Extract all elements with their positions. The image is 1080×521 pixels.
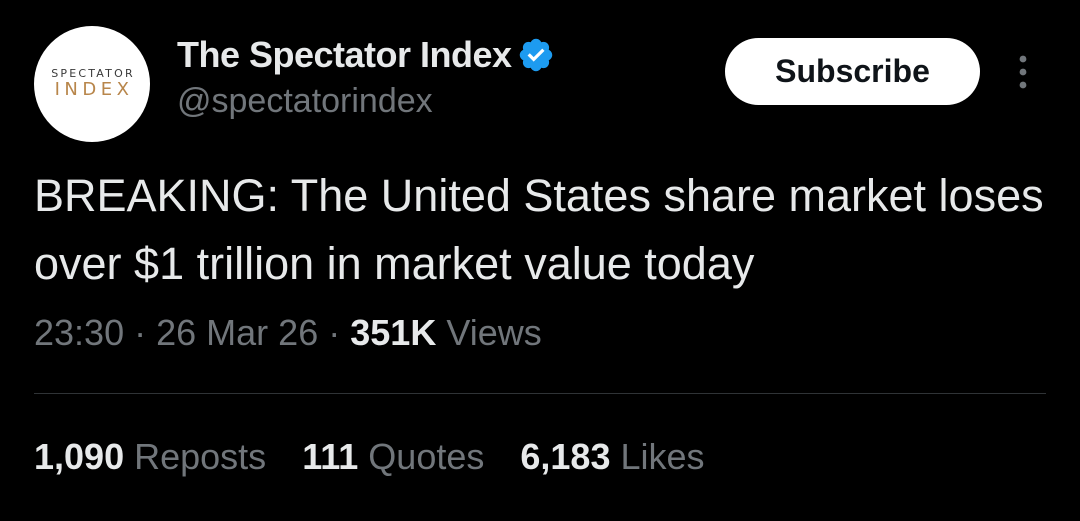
tweet-meta: 23:30 · 26 Mar 26 · 351K Views — [34, 312, 542, 354]
quotes-count: 111 — [302, 436, 359, 477]
reposts-stat[interactable]: 1,090 Reposts — [34, 436, 266, 478]
author-name-row: The Spectator Index — [177, 32, 555, 78]
more-vertical-icon[interactable] — [1008, 52, 1038, 92]
meta-separator: · — [328, 312, 341, 353]
reposts-count: 1,090 — [34, 436, 125, 477]
author-display-name[interactable]: The Spectator Index — [177, 34, 512, 76]
views-count[interactable]: 351K — [350, 312, 436, 353]
subscribe-button[interactable]: Subscribe — [725, 38, 980, 105]
avatar[interactable]: SPECTATOR INDEX — [34, 26, 150, 142]
avatar-logo-line2: INDEX — [54, 79, 134, 100]
likes-label: Likes — [620, 436, 705, 477]
tweet-date[interactable]: 26 Mar 26 — [156, 312, 318, 353]
views-label: Views — [446, 312, 542, 353]
quotes-label: Quotes — [368, 436, 485, 477]
likes-count: 6,183 — [520, 436, 611, 477]
meta-separator: · — [134, 312, 147, 353]
quotes-stat[interactable]: 111 Quotes — [302, 436, 484, 478]
verified-badge-icon[interactable] — [517, 36, 555, 74]
tweet-text: BREAKING: The United States share market… — [34, 170, 1044, 289]
likes-stat[interactable]: 6,183 Likes — [520, 436, 704, 478]
tweet-time[interactable]: 23:30 — [34, 312, 124, 353]
reposts-label: Reposts — [134, 436, 267, 477]
divider — [34, 393, 1046, 394]
engagement-stats: 1,090 Reposts 111 Quotes 6,183 Likes — [34, 436, 741, 478]
author-handle[interactable]: @spectatorindex — [177, 82, 433, 121]
